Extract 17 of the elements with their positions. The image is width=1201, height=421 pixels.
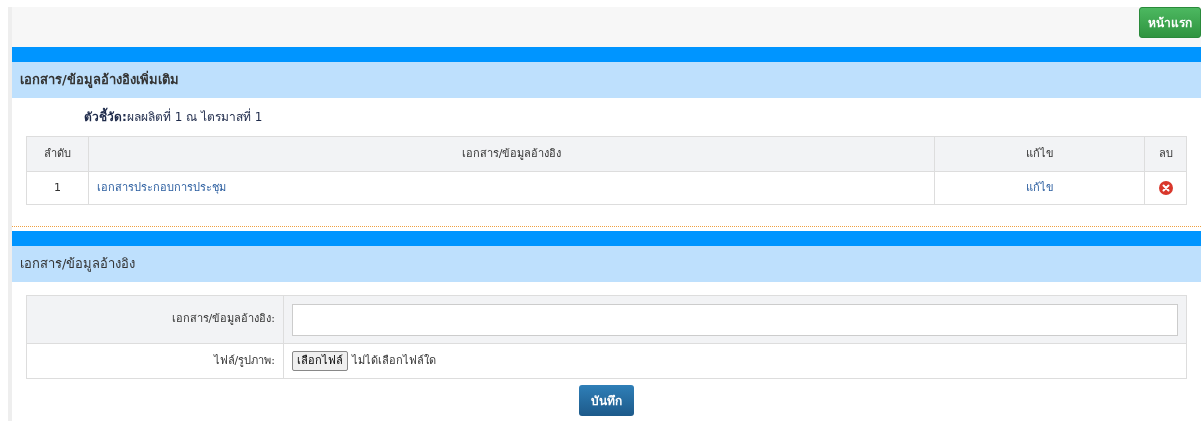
column-header: ลำดับ xyxy=(26,136,89,172)
panel-header: เอกสาร/ข้อมูลอ้างอิง xyxy=(12,246,1201,282)
save-button[interactable]: บันทึก xyxy=(579,385,634,416)
choose-file-button[interactable]: เลือกไฟล์ xyxy=(292,351,348,371)
file-status: ไม่ได้เลือกไฟล์ใด xyxy=(352,352,436,369)
table-cell: 1 xyxy=(26,171,89,205)
field-label: ไฟล์/รูปภาพ: xyxy=(26,343,284,379)
indicator-text: ตัวชี้วัด:ผลผลิตที่ 1 ณ ไตรมาสที่ 1 xyxy=(84,108,263,126)
column-header: เอกสาร/ข้อมูลอ้างอิง xyxy=(88,136,935,172)
document-link[interactable]: เอกสารประกอบการประชุม xyxy=(97,180,226,194)
document-input-field[interactable] xyxy=(292,303,1178,336)
field-label: เอกสาร/ข้อมูลอ้างอิง: xyxy=(26,295,284,344)
delete-icon[interactable] xyxy=(1158,181,1173,195)
panel-header: เอกสาร/ข้อมูลอ้างอิงเพิ่มเติม xyxy=(12,62,1201,98)
edit-link[interactable]: แก้ไข xyxy=(1025,180,1054,194)
column-header: ลบ xyxy=(1144,136,1187,172)
column-header: แก้ไข xyxy=(934,136,1145,172)
